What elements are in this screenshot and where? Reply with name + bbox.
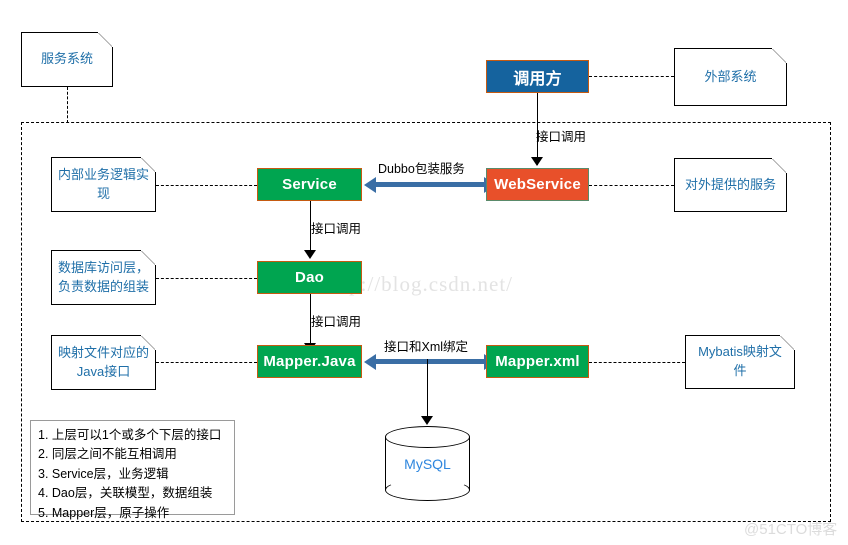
box-dao-label: Dao: [295, 269, 324, 286]
box-service-label: Service: [282, 176, 337, 193]
box-mapper-java[interactable]: Mapper.Java: [257, 345, 362, 378]
legend-list: 1. 上层可以1个或多个下层的接口 2. 同层之间不能互相调用 3. Servi…: [38, 426, 227, 523]
note-webservice-desc: 对外提供的服务: [674, 158, 787, 212]
edge-label-dubbo: Dubbo包装服务: [378, 162, 465, 176]
database-label: MySQL: [404, 455, 451, 472]
note-external-system: 外部系统: [674, 48, 787, 106]
box-service[interactable]: Service: [257, 168, 362, 201]
note-mapper-xml-desc-label: Mybatis映射文件: [698, 344, 782, 378]
note-service-system-label: 服务系统: [40, 51, 93, 67]
connector-note-to-dao: [156, 278, 257, 279]
note-dao-desc: 数据库访问层，负责数据的组装: [51, 250, 156, 305]
diagram-canvas: http://blog.csdn.net/ @51CTO博客 服务系统 调用方 …: [0, 0, 848, 545]
connector-webservice-to-note: [589, 185, 674, 186]
arrowhead-caller-to-webservice: [531, 157, 543, 166]
note-dao-desc-label: 数据库访问层，负责数据的组装: [58, 259, 150, 294]
connector-note-to-mapper-java: [156, 362, 257, 363]
box-mapper-xml[interactable]: Mapper.xml: [486, 345, 589, 378]
connector-note-to-service: [156, 185, 257, 186]
legend-item: 2. 同层之间不能互相调用: [38, 447, 177, 462]
box-mapper-xml-label: Mapper.xml: [495, 353, 580, 370]
cylinder-top: [385, 426, 470, 448]
note-mapper-java-desc-label: 映射文件对应的Java接口: [58, 344, 150, 379]
note-fold-icon: [98, 32, 113, 47]
note-external-system-label: 外部系统: [704, 68, 757, 84]
note-webservice-desc-label: 对外提供的服务: [684, 176, 776, 192]
box-webservice[interactable]: WebService: [486, 168, 589, 201]
box-mapper-java-label: Mapper.Java: [263, 353, 356, 370]
note-service-desc-label: 内部业务逻辑实现: [58, 166, 150, 201]
box-webservice-label: WebService: [494, 176, 581, 193]
arrowhead-service-to-dao: [304, 250, 316, 259]
connector-mapper-xml-to-note: [589, 362, 685, 363]
connector-mapper-to-database: [427, 359, 428, 421]
note-mapper-java-desc: 映射文件对应的Java接口: [51, 335, 156, 390]
connector-service-system-to-boundary: [67, 87, 68, 123]
cylinder-bottom: [385, 479, 470, 501]
note-mapper-xml-desc: Mybatis映射文件: [685, 335, 795, 389]
connector-service-webservice: [364, 176, 496, 193]
legend-item: 1. 上层可以1个或多个下层的接口: [38, 428, 222, 442]
arrowhead-mapper-to-database: [421, 416, 433, 425]
note-service-desc: 内部业务逻辑实现: [51, 157, 156, 212]
legend-item: 4. Dao层，关联模型，数据组装: [38, 486, 213, 501]
database-cylinder[interactable]: MySQL: [385, 426, 470, 501]
connector-caller-to-external: [589, 76, 674, 77]
legend-item: 3. Service层，业务逻辑: [38, 466, 169, 481]
note-fold-icon: [772, 48, 787, 63]
edge-label-mapper-binding: 接口和Xml绑定: [384, 340, 469, 354]
box-caller[interactable]: 调用方: [486, 60, 589, 93]
edge-label-dao-to-mapper: 接口调用: [311, 315, 362, 329]
edge-label-caller-to-webservice: 接口调用: [536, 130, 587, 144]
note-fold-icon: [772, 158, 787, 173]
box-caller-label: 调用方: [513, 70, 562, 88]
edge-label-service-to-dao: 接口调用: [311, 222, 362, 236]
box-dao[interactable]: Dao: [257, 261, 362, 294]
legend-item: 5. Mapper层，原子操作: [38, 505, 170, 520]
note-service-system: 服务系统: [21, 32, 113, 87]
connector-mapper-binding: [364, 353, 496, 370]
legend-box: 1. 上层可以1个或多个下层的接口 2. 同层之间不能互相调用 3. Servi…: [30, 420, 235, 520]
